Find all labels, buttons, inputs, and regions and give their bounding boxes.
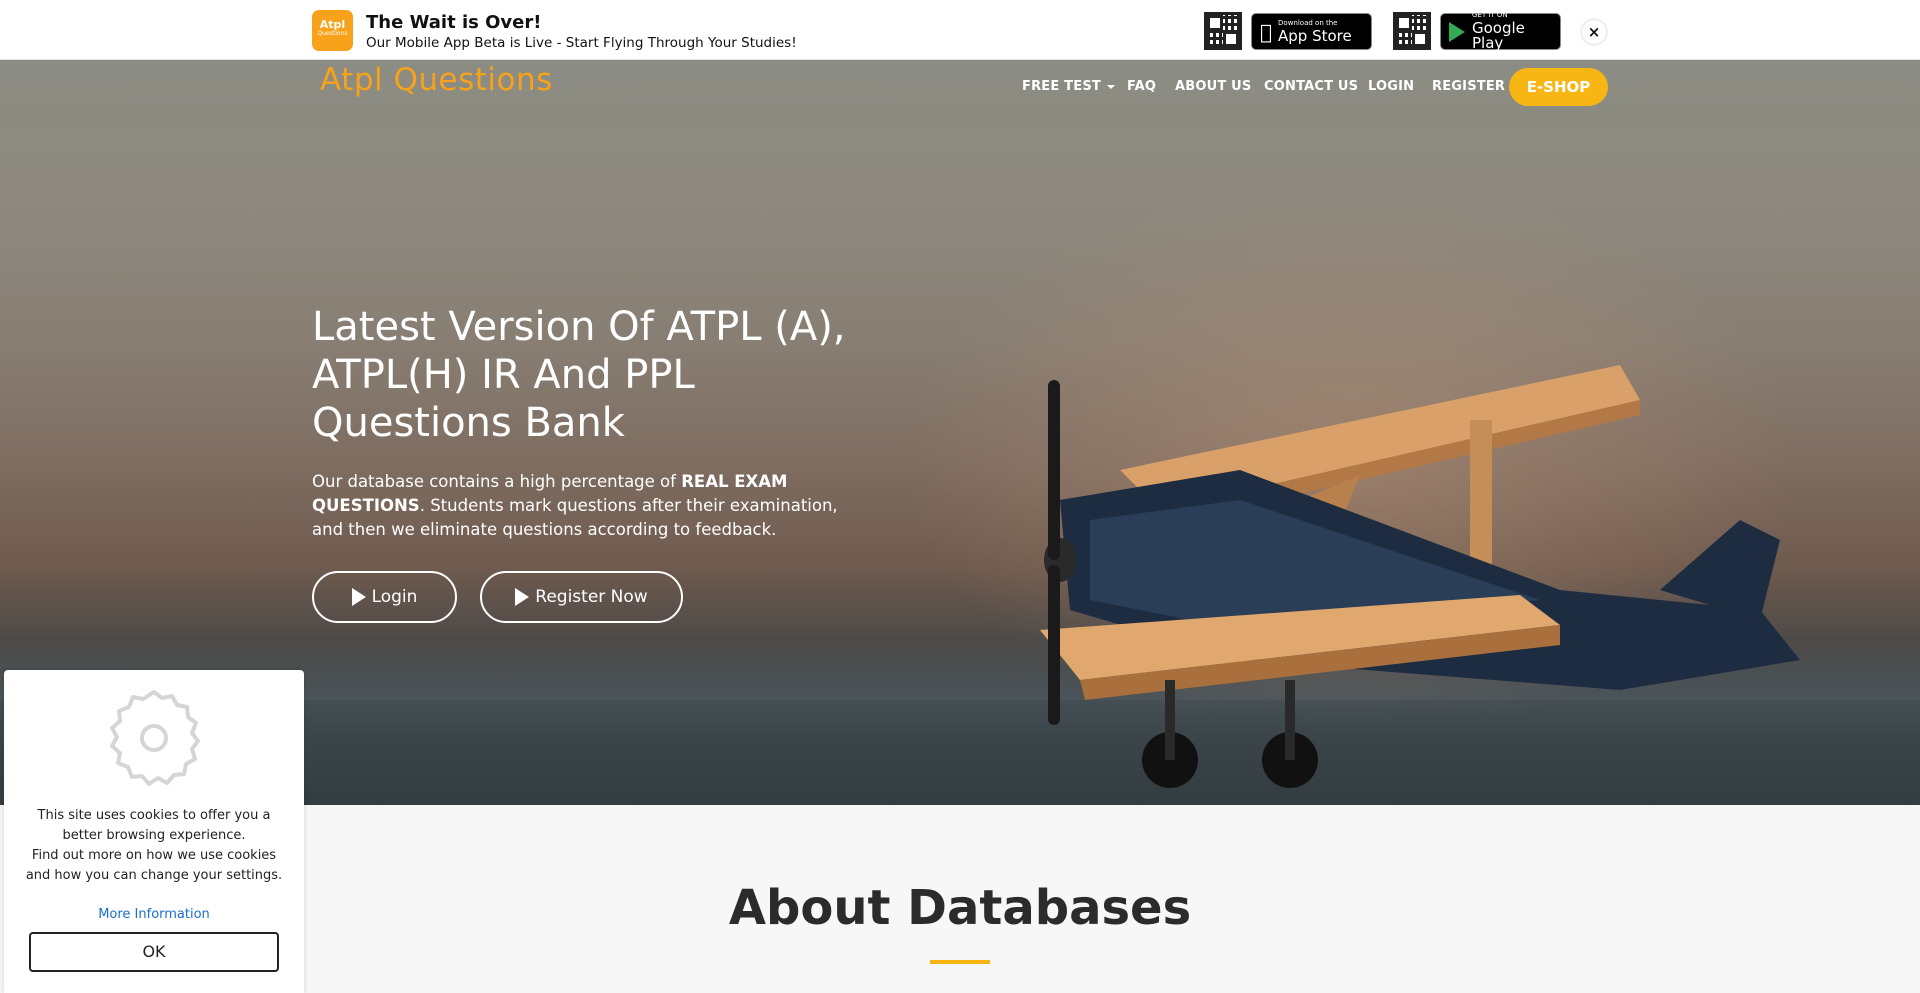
app-download-banner: Atpl Questions The Wait is Over! Our Mob… <box>0 0 1920 60</box>
appstore-badge-button[interactable]:  Download on the App Store <box>1251 13 1372 50</box>
toy-biplane-image <box>1040 365 1800 788</box>
hero-description: Our database contains a high percentage … <box>312 472 838 539</box>
app-logo-icon: Atpl Questions <box>312 10 353 51</box>
appstore-qr-code-icon <box>1204 12 1242 50</box>
hero-register-button[interactable]: Register Now <box>480 571 683 623</box>
cookie-more-information-link[interactable]: More Information <box>4 907 304 922</box>
apple-icon:  <box>1260 22 1272 42</box>
cookie-consent-panel: This site uses cookies to offer you a be… <box>4 670 304 993</box>
hero-login-button[interactable]: Login <box>312 571 457 623</box>
play-icon <box>351 588 366 606</box>
site-logo[interactable]: Atpl Questions <box>320 62 553 98</box>
cookie-icon <box>110 690 200 786</box>
nav-free-test-dropdown[interactable]: FREE TEST <box>1022 79 1115 94</box>
cookie-message: This site uses cookies to offer you a be… <box>25 808 283 883</box>
title-underline <box>930 960 990 964</box>
banner-title: The Wait is Over! <box>366 12 542 33</box>
nav-login[interactable]: LOGIN <box>1368 79 1414 94</box>
nav-about-us[interactable]: ABOUT US <box>1175 79 1252 94</box>
close-banner-button[interactable]: × <box>1582 20 1606 44</box>
eshop-button[interactable]: E-SHOP <box>1509 68 1608 106</box>
hero-title: Latest Version Of ATPL (A), ATPL(H) IR A… <box>312 304 846 446</box>
cookie-ok-button[interactable]: OK <box>29 932 279 972</box>
nav-faq[interactable]: FAQ <box>1127 79 1156 94</box>
google-play-icon <box>1449 21 1465 42</box>
play-icon <box>515 588 530 606</box>
googleplay-badge-button[interactable]: GET IT ON Google Play <box>1440 12 1561 51</box>
nav-register[interactable]: REGISTER <box>1432 79 1505 94</box>
googleplay-qr-code-icon <box>1393 12 1431 50</box>
nav-contact-us[interactable]: CONTACT US <box>1264 79 1358 94</box>
caret-down-icon <box>1106 84 1115 89</box>
banner-subtitle: Our Mobile App Beta is Live - Start Flyi… <box>366 35 797 51</box>
